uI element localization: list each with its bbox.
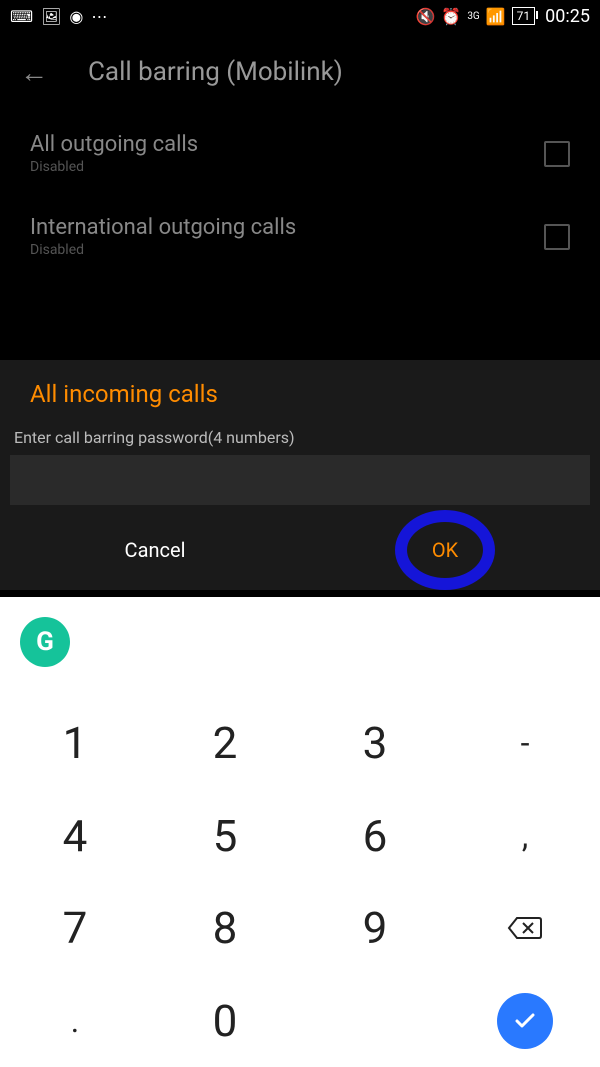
key-8[interactable]: 8 [150,882,300,975]
check-icon [497,993,553,1049]
key-dash[interactable]: - [450,697,600,790]
clock-time: 00:25 [545,6,590,27]
more-icon: ⋯ [91,7,107,26]
battery-indicator: 71 [512,7,536,25]
key-5[interactable]: 5 [150,790,300,883]
key-enter[interactable] [450,975,600,1067]
password-dialog: All incoming calls Enter call barring pa… [0,360,600,590]
setting-international-outgoing[interactable]: International outgoing calls Disabled [0,195,600,278]
key-6[interactable]: 6 [300,790,450,883]
grammarly-icon[interactable]: G [20,617,70,667]
key-1[interactable]: 1 [0,697,150,790]
key-space[interactable] [300,975,450,1067]
setting-label: All outgoing calls [30,132,198,157]
setting-all-outgoing[interactable]: All outgoing calls Disabled [0,112,600,195]
page-title: Call barring (Mobilink) [88,57,343,87]
key-3[interactable]: 3 [300,697,450,790]
setting-label: International outgoing calls [30,215,296,240]
key-0[interactable]: 0 [150,975,300,1067]
setting-status: Disabled [30,159,198,175]
dialog-label: Enter call barring password(4 numbers) [10,428,590,455]
page-header: ← Call barring (Mobilink) [0,32,600,112]
setting-status: Disabled [30,242,296,258]
settings-list: All outgoing calls Disabled Internationa… [0,112,600,278]
status-bar: ⌨ 🖼 ◉ ⋯ 🔇 ⏰ 3G 📶 71 00:25 [0,0,600,32]
checkbox[interactable] [544,224,570,250]
checkbox[interactable] [544,141,570,167]
keyboard-icon: ⌨ [10,7,33,26]
key-2[interactable]: 2 [150,697,300,790]
disc-icon: ◉ [69,7,83,26]
key-9[interactable]: 9 [300,882,450,975]
signal-icon: 📶 [486,7,506,26]
backspace-icon [507,914,543,942]
image-icon: 🖼 [41,7,61,26]
cancel-button[interactable]: Cancel [10,520,300,580]
key-4[interactable]: 4 [0,790,150,883]
alarm-icon: ⏰ [441,7,461,26]
mute-icon: 🔇 [415,7,435,26]
password-input[interactable] [10,455,590,505]
key-dot[interactable]: . [0,975,150,1067]
signal-label: 3G [467,11,479,22]
back-arrow-icon[interactable]: ← [20,56,48,89]
dialog-title: All incoming calls [10,380,590,428]
key-comma[interactable]: , [450,790,600,883]
key-7[interactable]: 7 [0,882,150,975]
ok-button[interactable]: OK [300,520,590,580]
numeric-keyboard: G 1 2 3 - 4 5 6 , 7 8 9 . 0 [0,597,600,1067]
key-backspace[interactable] [450,882,600,975]
